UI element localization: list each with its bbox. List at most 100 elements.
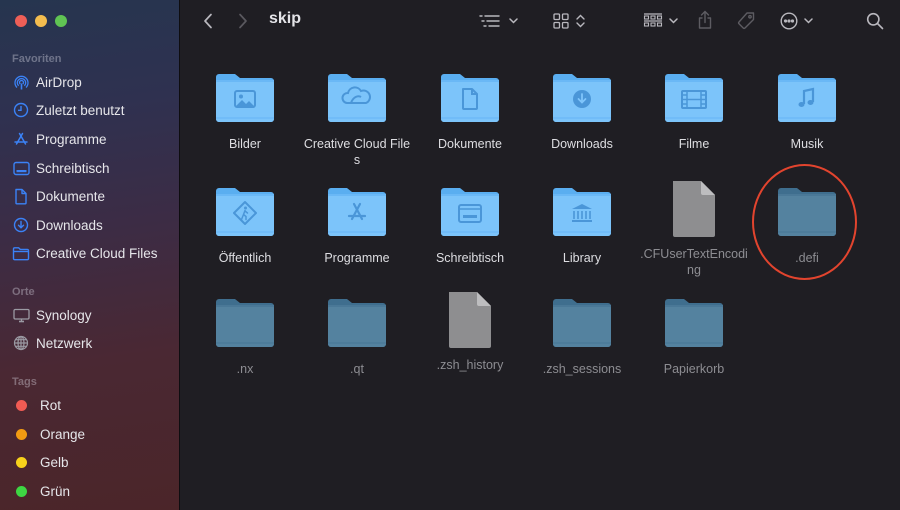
folder-icon (325, 183, 389, 239)
folder-item[interactable]: Programme (301, 183, 413, 266)
item-label: Downloads (551, 137, 613, 151)
tag-button[interactable] (734, 9, 758, 33)
desktop-icon (12, 159, 30, 177)
sidebar-item-desktop[interactable]: Schreibtisch (12, 157, 172, 179)
folder-item[interactable]: Musik (751, 69, 863, 152)
file-grid: Bilder Creative Cloud Files Dokumente Downl… (180, 44, 900, 510)
sidebar-item-label: Downloads (36, 217, 103, 233)
item-label: Musik (790, 137, 824, 151)
item-label: .nx (236, 362, 254, 376)
folder-item[interactable]: Papierkorb (638, 294, 750, 377)
sidebar-tag-red[interactable]: Rot (12, 394, 172, 416)
icon-view-button[interactable] (549, 11, 589, 31)
file-icon (662, 181, 726, 239)
sidebar-tag-green[interactable]: Grün (12, 480, 172, 502)
item-label: .defi (795, 251, 819, 265)
share-icon (698, 10, 712, 29)
item-label: Schreibtisch (435, 251, 505, 265)
folder-icon (775, 69, 839, 125)
sidebar-item-label: Schreibtisch (36, 160, 110, 176)
sidebar-item-label: Zuletzt benutzt (36, 102, 125, 118)
group-by-button[interactable] (639, 11, 681, 31)
item-label: .zsh_sessions (542, 362, 622, 376)
sidebar-item-recents[interactable]: Zuletzt benutzt (12, 99, 172, 121)
folder-icon (438, 69, 502, 125)
chevron-up-down-icon (576, 14, 585, 28)
chevron-right-icon (239, 13, 247, 29)
forward-button[interactable] (233, 10, 253, 32)
close-button[interactable] (15, 15, 27, 27)
sidebar: Favoriten AirDrop Zuletzt benutzt Progra… (0, 0, 179, 510)
more-actions-button[interactable] (776, 10, 816, 32)
sidebar-item-label: AirDrop (36, 74, 82, 90)
list-view-options-button[interactable] (476, 11, 520, 31)
chevron-down-icon (668, 18, 678, 24)
sidebar-item-label: Programme (36, 131, 107, 147)
tag-icon (737, 12, 755, 30)
folder-icon (775, 183, 839, 239)
clock-icon (12, 101, 30, 119)
folder-icon (325, 69, 389, 125)
zoom-button[interactable] (55, 15, 67, 27)
document-icon (12, 187, 30, 205)
sidebar-tag-yellow[interactable]: Gelb (12, 451, 172, 473)
minimize-button[interactable] (35, 15, 47, 27)
window-controls (15, 15, 67, 27)
folder-icon (12, 244, 30, 262)
item-label: Bilder (229, 137, 261, 151)
sidebar-item-synology[interactable]: Synology (12, 304, 172, 326)
sidebar-item-label: Dokumente (36, 188, 106, 204)
globe-icon (12, 334, 30, 352)
sidebar-item-label: Netzwerk (36, 335, 93, 351)
airdrop-icon (12, 73, 30, 91)
chevron-left-icon (204, 13, 212, 29)
download-icon (12, 216, 30, 234)
list-icon (478, 15, 500, 27)
grid-icon (553, 13, 569, 29)
folder-icon (213, 183, 277, 239)
folder-item[interactable]: .qt (301, 294, 413, 377)
file-item[interactable]: .zsh_history (414, 292, 526, 373)
item-label: Library (562, 251, 602, 265)
item-label: .CFUserTextEncoding (640, 247, 748, 277)
sidebar-item-label: Creative Cloud Files (36, 245, 158, 261)
item-label: .qt (350, 362, 364, 376)
folder-item[interactable]: Dokumente (414, 69, 526, 152)
folder-item[interactable]: Öffentlich (189, 183, 301, 266)
folder-item[interactable]: Library (526, 183, 638, 266)
sidebar-item-airdrop[interactable]: AirDrop (12, 71, 172, 93)
folder-item[interactable]: Bilder (189, 69, 301, 152)
folder-item[interactable]: Downloads (526, 69, 638, 152)
tag-color-dot (16, 456, 27, 468)
item-label: Dokumente (438, 137, 502, 151)
item-label: Creative Cloud Files (303, 137, 411, 167)
sidebar-item-creative-cloud-files[interactable]: Creative Cloud Files (12, 242, 172, 264)
file-item[interactable]: .CFUserTextEncoding (638, 181, 750, 278)
toolbar: skip (180, 0, 900, 44)
sidebar-item-label: Rot (40, 397, 62, 413)
folder-icon (662, 69, 726, 125)
folder-item[interactable]: .zsh_sessions (526, 294, 638, 377)
folder-item[interactable]: .nx (189, 294, 301, 377)
folder-item[interactable]: .defi (751, 183, 863, 266)
folder-icon (662, 294, 726, 350)
folder-item[interactable]: Schreibtisch (414, 183, 526, 266)
item-label: Filme (678, 137, 710, 151)
chevron-down-icon (508, 18, 518, 24)
folder-item[interactable]: Filme (638, 69, 750, 152)
search-button[interactable] (865, 11, 885, 31)
sidebar-item-documents[interactable]: Dokumente (12, 185, 172, 207)
sidebar-item-applications[interactable]: Programme (12, 128, 172, 150)
folder-icon (213, 69, 277, 125)
sidebar-item-downloads[interactable]: Downloads (12, 214, 172, 236)
sidebar-tag-orange[interactable]: Orange (12, 423, 172, 445)
section-locations: Orte (12, 286, 35, 298)
tag-color-dot (16, 399, 27, 411)
folder-item[interactable]: Creative Cloud Files (301, 69, 413, 168)
folder-icon (550, 294, 614, 350)
sidebar-item-label: Grün (40, 483, 71, 499)
back-button[interactable] (198, 10, 218, 32)
share-button[interactable] (694, 7, 716, 33)
tag-color-dot (16, 485, 27, 497)
sidebar-item-network[interactable]: Netzwerk (12, 332, 172, 354)
